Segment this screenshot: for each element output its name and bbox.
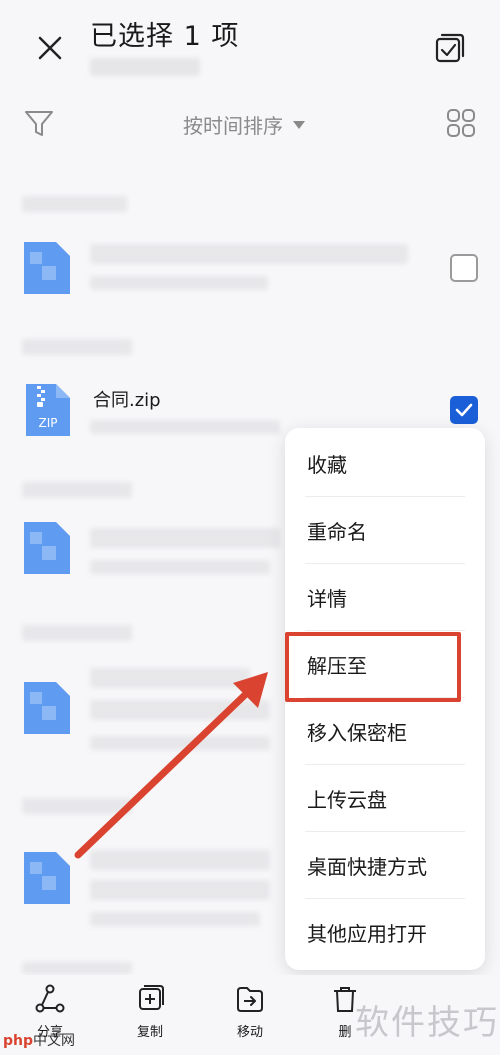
top-bar: 已选择 1 项 xyxy=(0,0,500,90)
file-meta-blurred xyxy=(90,736,270,750)
file-icon xyxy=(24,242,70,294)
filter-button[interactable] xyxy=(22,106,56,140)
grid-view-button[interactable] xyxy=(444,106,478,140)
checkmark-icon xyxy=(455,403,473,417)
annotation-highlight-box xyxy=(285,632,461,702)
menu-item-rename[interactable]: 重命名 xyxy=(285,497,485,563)
site-watermark: php中文网 xyxy=(3,1030,75,1050)
share-icon xyxy=(35,984,65,1013)
file-name: 合同.zip xyxy=(93,390,161,411)
file-name-blurred xyxy=(90,880,270,900)
file-meta-blurred xyxy=(90,560,270,574)
move-label: 移动 xyxy=(236,1025,263,1040)
select-all-button[interactable] xyxy=(430,28,470,68)
file-icon xyxy=(24,522,70,574)
site-watermark-suffix: 中文网 xyxy=(33,1033,76,1049)
checkbox-checked[interactable] xyxy=(450,396,478,424)
grid-icon xyxy=(447,109,475,137)
file-meta-blurred xyxy=(90,420,280,434)
menu-item-favorite[interactable]: 收藏 xyxy=(285,430,485,496)
move-button[interactable]: 移动 xyxy=(220,983,280,1040)
file-name-blurred xyxy=(90,850,270,870)
zip-icon-label: ZIP xyxy=(39,416,58,430)
file-name-blurred xyxy=(90,528,280,548)
delete-label: 删 xyxy=(338,1025,352,1040)
watermark-text: 软件技巧 xyxy=(355,1003,499,1043)
file-meta-blurred xyxy=(90,912,260,926)
date-header-blurred xyxy=(22,962,132,974)
sort-label: 按时间排序 xyxy=(183,114,283,138)
filter-bar: 按时间排序 xyxy=(0,100,500,150)
select-all-icon xyxy=(435,33,465,63)
menu-item-upload-cloud[interactable]: 上传云盘 xyxy=(285,765,485,831)
close-button[interactable] xyxy=(30,28,70,68)
date-header-blurred xyxy=(22,798,132,814)
zip-file-icon: ZIP xyxy=(26,384,70,436)
file-icon xyxy=(24,682,70,734)
file-meta-blurred xyxy=(90,276,268,290)
date-header-blurred xyxy=(22,482,132,498)
site-watermark-prefix: php xyxy=(3,1033,34,1049)
file-name-blurred xyxy=(90,700,270,720)
menu-item-open-with[interactable]: 其他应用打开 xyxy=(285,899,485,965)
menu-item-move-to-safe[interactable]: 移入保密柜 xyxy=(285,698,485,764)
chevron-down-icon xyxy=(293,120,305,129)
copy-icon xyxy=(139,985,164,1010)
checkbox-unchecked[interactable] xyxy=(450,254,478,282)
sort-dropdown[interactable]: 按时间排序 xyxy=(183,110,305,139)
copy-button[interactable]: 复制 xyxy=(120,983,180,1040)
copy-label: 复制 xyxy=(136,1025,163,1040)
filter-icon xyxy=(25,111,53,136)
file-icon xyxy=(24,852,70,904)
menu-item-desktop-shortcut[interactable]: 桌面快捷方式 xyxy=(285,832,485,898)
file-name-blurred xyxy=(90,244,408,264)
page-title: 已选择 1 项 xyxy=(90,21,240,52)
file-name-blurred xyxy=(90,668,250,688)
date-header-blurred xyxy=(22,196,127,212)
date-header-blurred xyxy=(22,339,132,355)
menu-item-details[interactable]: 详情 xyxy=(285,564,485,630)
close-icon xyxy=(38,36,62,60)
date-header-blurred xyxy=(22,625,132,641)
move-icon xyxy=(237,987,263,1012)
subtitle-blurred xyxy=(90,58,200,76)
